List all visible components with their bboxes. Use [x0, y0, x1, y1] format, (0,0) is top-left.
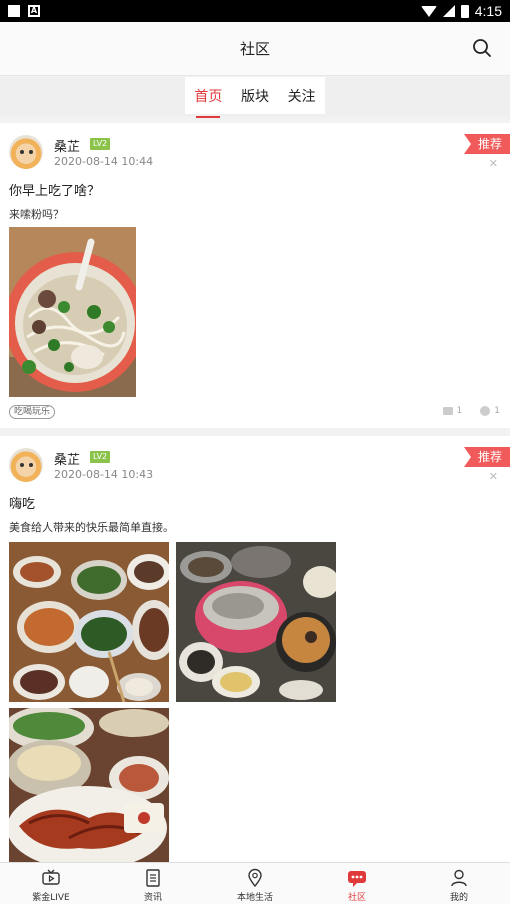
tab-sections[interactable]: 版块 [239, 86, 271, 106]
comment-count: 1 [456, 406, 463, 416]
close-icon[interactable]: ✕ [489, 470, 498, 483]
avatar[interactable] [9, 135, 43, 169]
feed[interactable]: 桑芷 LV2 2020-08-14 10:44 推荐 ✕ 你早上吃了啥？ 来嗦粉… [0, 123, 510, 862]
tab-bar-container: 首页 版块 关注 [0, 77, 510, 118]
post-image[interactable] [9, 227, 136, 397]
search-icon[interactable] [472, 38, 492, 58]
close-icon[interactable]: ✕ [489, 157, 498, 170]
status-bar: A 4:15 [0, 0, 510, 22]
avatar[interactable] [9, 448, 43, 482]
nav-label: 紫金LIVE [32, 893, 70, 903]
post-image[interactable] [176, 542, 336, 702]
post-card[interactable]: 桑芷 LV2 2020-08-14 10:43 推荐 ✕ 嗨吃 美食给人带来的快… [0, 436, 510, 862]
user-icon [451, 869, 467, 887]
nav-item-live[interactable]: 紫金LIVE [0, 863, 102, 904]
app-header: 社区 [0, 22, 510, 76]
nav-item-community[interactable]: 社区 [306, 863, 408, 904]
page-title: 社区 [239, 40, 270, 58]
level-badge: LV2 [90, 138, 111, 150]
status-time: 4:15 [474, 3, 502, 19]
post-image[interactable] [9, 542, 169, 702]
tab-bar: 首页 版块 关注 [185, 77, 325, 118]
recommend-badge: 推荐 [463, 447, 510, 467]
recommend-badge: 推荐 [463, 134, 510, 154]
news-icon [146, 869, 160, 887]
nav-label: 资讯 [143, 893, 162, 903]
battery-icon [460, 4, 469, 18]
post-time: 2020-08-14 10:44 [54, 155, 154, 168]
view-count: 1 [494, 406, 500, 416]
bottom-nav: 紫金LIVE 资讯 本地生活 社区 我的 [0, 862, 510, 904]
comment-icon [442, 407, 453, 415]
notification-icon [8, 5, 20, 17]
nav-label: 社区 [347, 893, 366, 903]
chat-icon [348, 871, 366, 887]
post-body: 美食给人带来的快乐最简单直接。 [9, 521, 174, 534]
view-icon [480, 406, 491, 416]
post-body: 来嗦粉吗？ [9, 208, 64, 221]
post-title[interactable]: 你早上吃了啥？ [9, 180, 100, 199]
tv-icon [42, 869, 60, 885]
location-icon [248, 868, 262, 888]
nav-item-news[interactable]: 资讯 [102, 863, 204, 904]
nav-item-me[interactable]: 我的 [408, 863, 510, 904]
post-image[interactable] [9, 708, 169, 862]
topic-tag[interactable]: 吃喝玩乐 [9, 405, 56, 419]
wifi-icon [420, 5, 437, 17]
username[interactable]: 桑芷 [54, 449, 80, 468]
app-notification-icon: A [28, 5, 40, 17]
signal-icon [442, 5, 455, 17]
post-stats: 1 1 [442, 406, 500, 416]
post-card[interactable]: 桑芷 LV2 2020-08-14 10:44 推荐 ✕ 你早上吃了啥？ 来嗦粉… [0, 123, 510, 428]
post-time: 2020-08-14 10:43 [54, 468, 154, 481]
post-title[interactable]: 嗨吃 [9, 493, 35, 512]
username[interactable]: 桑芷 [54, 136, 80, 155]
nav-label: 本地生活 [236, 893, 273, 903]
tab-home[interactable]: 首页 [192, 86, 224, 118]
nav-label: 我的 [449, 893, 468, 903]
nav-item-local-life[interactable]: 本地生活 [204, 863, 306, 904]
level-badge: LV2 [90, 451, 111, 463]
tab-following[interactable]: 关注 [286, 86, 318, 106]
